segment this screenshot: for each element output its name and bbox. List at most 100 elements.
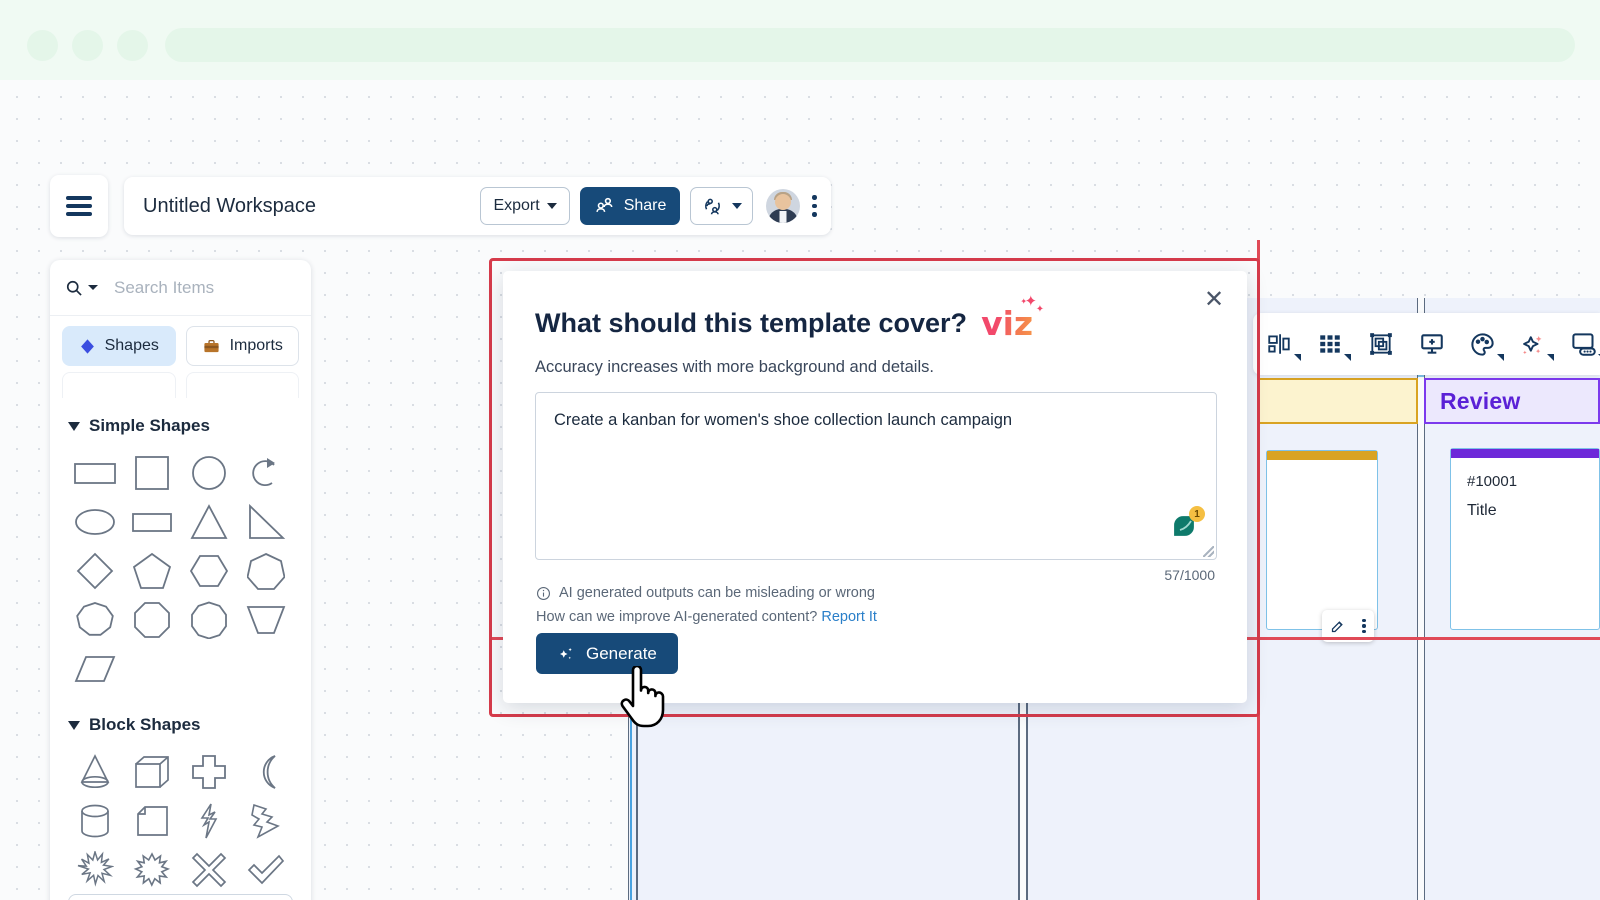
section-title: Block Shapes xyxy=(89,715,201,734)
right-toolbar[interactable] xyxy=(1253,313,1600,375)
character-counter: 57/1000 xyxy=(1164,567,1215,583)
comment-board-icon[interactable] xyxy=(1567,327,1600,361)
shape-arc-rotate[interactable] xyxy=(238,448,295,497)
export-button[interactable]: Export xyxy=(480,187,570,225)
avatar[interactable] xyxy=(766,189,801,223)
shape-octagon[interactable] xyxy=(123,595,180,644)
shape-lightning-bold[interactable] xyxy=(238,796,295,845)
align-distribute-icon[interactable] xyxy=(1263,327,1301,361)
shape-cross[interactable] xyxy=(181,747,238,796)
collaborator-switch-button[interactable] xyxy=(690,187,754,225)
vertical-dots-icon xyxy=(812,195,817,200)
kanban-card[interactable] xyxy=(1266,450,1378,630)
shape-cylinder[interactable] xyxy=(66,796,123,845)
simple-shapes-grid xyxy=(50,442,311,693)
app-canvas[interactable]: Review #10001 Title Untitled Workspace E… xyxy=(0,80,1600,900)
ai-sparkle-icon[interactable] xyxy=(1517,327,1555,361)
kanban-card[interactable]: #10001 Title xyxy=(1450,448,1600,630)
shape-ellipse[interactable] xyxy=(66,497,123,546)
workspace-topbar: Untitled Workspace Export Share xyxy=(124,177,831,235)
briefcase-icon xyxy=(203,339,219,352)
section-title: Simple Shapes xyxy=(89,416,210,435)
window-maximize-dot[interactable] xyxy=(117,30,148,61)
generate-button[interactable]: Generate xyxy=(536,633,678,674)
modal-heading-row: What should this template cover? viz ✦ ✦… xyxy=(503,271,1247,340)
shape-pentagon[interactable] xyxy=(123,546,180,595)
main-menu-button[interactable] xyxy=(50,175,108,237)
color-palette-icon[interactable] xyxy=(1466,327,1504,361)
ai-template-modal: ✕ What should this template cover? viz ✦… xyxy=(503,271,1247,703)
shape-starburst[interactable] xyxy=(123,845,180,894)
shape-cone[interactable] xyxy=(66,747,123,796)
user-switch-icon xyxy=(705,198,721,215)
leaf-icon[interactable]: 1 xyxy=(1168,506,1205,543)
triangle-down-icon xyxy=(68,421,80,431)
presentation-add-icon[interactable] xyxy=(1415,327,1448,361)
tab-shapes-label: Shapes xyxy=(104,337,159,354)
browser-chrome xyxy=(0,0,1600,80)
viz-logo: viz ✦ ✦ ✦ xyxy=(981,294,1044,340)
shape-circle[interactable] xyxy=(181,448,238,497)
shape-right-triangle[interactable] xyxy=(238,497,295,546)
shape-nonagon[interactable] xyxy=(66,595,123,644)
tab-imports[interactable]: Imports xyxy=(185,326,299,366)
grid-layout-icon[interactable] xyxy=(1314,327,1352,361)
shape-check-mark[interactable] xyxy=(238,845,295,894)
card-accent-bar xyxy=(1267,451,1377,460)
close-icon[interactable]: ✕ xyxy=(1199,285,1229,315)
shape-parallelogram[interactable] xyxy=(66,644,123,693)
all-shapes-button[interactable]: All Shapes xyxy=(68,894,293,900)
page-title: What should this template cover? xyxy=(535,308,968,338)
card-id: #10001 xyxy=(1467,473,1518,490)
sparkle-icon: ✦ xyxy=(1020,297,1028,306)
shape-library-scroll[interactable]: Simple Shapes Block Shapes xyxy=(50,398,311,894)
card-title: Title xyxy=(1467,502,1497,519)
panel-tabs-secondary xyxy=(50,366,311,398)
shape-rectangle[interactable] xyxy=(123,497,180,546)
tab-ghost-right[interactable] xyxy=(185,372,299,398)
shape-x-mark[interactable] xyxy=(181,845,238,894)
modal-subtitle: Accuracy increases with more background … xyxy=(535,358,934,376)
shape-diamond[interactable] xyxy=(66,546,123,595)
window-minimize-dot[interactable] xyxy=(72,30,103,61)
search-input[interactable] xyxy=(112,276,282,299)
card-more-icon[interactable] xyxy=(1362,618,1366,634)
chevron-down-icon xyxy=(546,203,557,209)
export-label: Export xyxy=(493,197,540,214)
group-objects-icon[interactable] xyxy=(1364,327,1397,361)
shape-cube[interactable] xyxy=(123,747,180,796)
shape-triangle[interactable] xyxy=(181,497,238,546)
prompt-textarea[interactable]: Create a kanban for women's shoe collect… xyxy=(535,392,1217,560)
kanban-column-title: Review xyxy=(1440,388,1521,414)
section-header-block-shapes[interactable]: Block Shapes xyxy=(50,693,311,741)
improve-text: How can we improve AI-generated content? xyxy=(536,609,818,625)
kanban-column-header-inprogress[interactable] xyxy=(1258,378,1418,424)
kanban-column-header-review[interactable]: Review xyxy=(1424,378,1600,424)
shape-lightning-thin[interactable] xyxy=(181,796,238,845)
shape-trapezoid-inverted[interactable] xyxy=(238,595,295,644)
textarea-resize-handle[interactable] xyxy=(1203,546,1214,557)
window-close-dot[interactable] xyxy=(27,30,58,61)
shape-hexagon[interactable] xyxy=(181,546,238,595)
tab-ghost-left[interactable] xyxy=(62,372,176,398)
report-it-link[interactable]: Report It xyxy=(821,609,877,625)
section-header-simple-shapes[interactable]: Simple Shapes xyxy=(50,410,311,442)
shape-crescent-moon[interactable] xyxy=(238,747,295,796)
info-icon xyxy=(537,586,550,600)
shape-rectangle-wide[interactable] xyxy=(66,448,123,497)
search-row xyxy=(50,260,311,316)
shape-decagon[interactable] xyxy=(181,595,238,644)
shape-square[interactable] xyxy=(123,448,180,497)
more-options-button[interactable] xyxy=(812,195,817,217)
search-icon[interactable] xyxy=(64,278,98,298)
shape-starburst-spiky[interactable] xyxy=(66,845,123,894)
shape-heptagon[interactable] xyxy=(238,546,295,595)
workspace-title[interactable]: Untitled Workspace xyxy=(143,195,316,218)
edit-icon[interactable] xyxy=(1330,619,1345,634)
share-button[interactable]: Share xyxy=(579,187,681,225)
hamburger-icon xyxy=(66,192,92,220)
shapes-panel: Shapes Imports Simple Shapes xyxy=(50,260,311,900)
shape-folded-paper[interactable] xyxy=(123,796,180,845)
tab-shapes[interactable]: Shapes xyxy=(62,326,176,366)
address-bar[interactable] xyxy=(165,28,1575,62)
